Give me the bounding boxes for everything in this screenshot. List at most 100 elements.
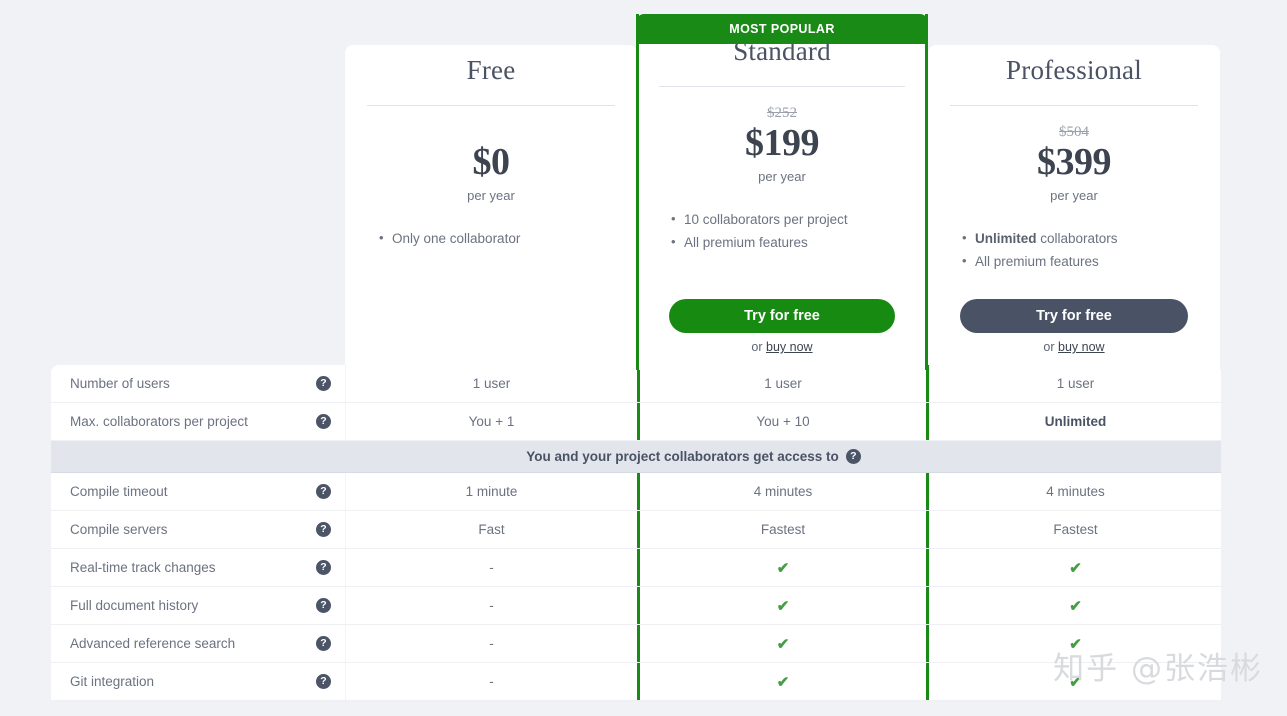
check-icon: ✔: [776, 673, 790, 691]
feature-list-free: Only one collaborator: [363, 226, 619, 250]
table-cell-value: ✔: [637, 663, 929, 700]
section-header-text: You and your project collaborators get a…: [526, 449, 839, 464]
feature-comparison-table: Number of users? 1 user 1 user 1 user Max. c…: [51, 365, 1221, 701]
table-cell-value: -: [345, 549, 637, 586]
feature-label: Max. collaborators per project: [70, 414, 248, 429]
table-cell-value: Unlimited: [929, 403, 1221, 440]
feature-label: Compile timeout: [70, 484, 168, 499]
table-cell-value: ✔: [929, 549, 1221, 586]
table-cell-value: You + 1: [345, 403, 637, 440]
price-period-free: per year: [467, 188, 515, 203]
list-item: Only one collaborator: [379, 226, 619, 250]
buy-now-link-standard[interactable]: buy now: [766, 340, 813, 354]
feature-label: Git integration: [70, 674, 155, 689]
question-mark-icon[interactable]: ?: [316, 636, 331, 651]
section-header-label: You and your project collaborators get a…: [411, 449, 861, 464]
cta-area-standard: Try for free or buy now: [669, 299, 895, 354]
check-icon: ✔: [1069, 559, 1082, 577]
pricing-cards: Free $0 per year Only one collaborator M…: [0, 0, 1287, 370]
table-cell-value: Fastest: [637, 511, 929, 548]
check-icon: ✔: [1069, 597, 1082, 615]
question-mark-icon[interactable]: ?: [845, 449, 861, 464]
table-cell-value: -: [345, 663, 637, 700]
question-mark-icon[interactable]: ?: [316, 560, 331, 575]
table-cell-value: ✔: [637, 587, 929, 624]
table-cell-value: ✔: [637, 625, 929, 662]
question-mark-icon[interactable]: ?: [316, 598, 331, 613]
price-standard: $199: [745, 122, 820, 164]
feature-list-standard: 10 collaborators per project All premium…: [655, 207, 909, 254]
table-cell-feature: Advanced reference search?: [51, 625, 345, 662]
table-cell-feature: Real-time track changes?: [51, 549, 345, 586]
buy-now-line-standard: or buy now: [669, 340, 895, 354]
most-popular-badge: MOST POPULAR: [636, 14, 928, 44]
table-row: Advanced reference search? - ✔ ✔: [51, 625, 1221, 663]
table-cell-value: 1 user: [637, 365, 929, 402]
plan-name-professional: Professional: [1006, 55, 1142, 85]
table-row: Max. collaborators per project? You + 1 Yo…: [51, 403, 1221, 441]
table-cell-value: ✔: [929, 625, 1221, 662]
price-block-free: $0 per year: [363, 106, 619, 203]
feature-label: Advanced reference search: [70, 636, 236, 651]
buy-now-line-professional: or buy now: [960, 340, 1188, 354]
feature-label: Compile servers: [70, 522, 168, 537]
table-cell-feature: Compile timeout?: [51, 473, 345, 510]
table-row: Compile timeout? 1 minute 4 minutes 4 minut…: [51, 473, 1221, 511]
question-mark-icon[interactable]: ?: [316, 414, 331, 429]
price-professional: $399: [1037, 141, 1112, 183]
question-mark-icon[interactable]: ?: [316, 674, 331, 689]
feature-label: Number of users: [70, 376, 170, 391]
table-cell-value: ✔: [637, 549, 929, 586]
table-cell-value: 4 minutes: [929, 473, 1221, 510]
feature-list-professional: Unlimited collaborators All premium feat…: [946, 226, 1202, 273]
price-block-professional: $504 $399 per year: [946, 106, 1202, 203]
check-icon: ✔: [1069, 635, 1082, 653]
or-text: or: [1043, 340, 1059, 354]
try-for-free-button-professional[interactable]: Try for free: [960, 299, 1188, 333]
check-icon: ✔: [776, 559, 790, 577]
try-for-free-button-standard[interactable]: Try for free: [669, 299, 895, 333]
check-icon: ✔: [1069, 673, 1082, 691]
question-mark-icon[interactable]: ?: [316, 376, 331, 391]
table-cell-value: -: [345, 587, 637, 624]
check-icon: ✔: [776, 597, 790, 615]
feature-label: Real-time track changes: [70, 560, 216, 575]
table-cell-feature: Max. collaborators per project?: [51, 403, 345, 440]
table-cell-value: 1 user: [929, 365, 1221, 402]
table-cell-value: ✔: [929, 663, 1221, 700]
question-mark-icon[interactable]: ?: [316, 484, 331, 499]
plan-card-professional: Professional $504 $399 per year Unlimite…: [928, 45, 1220, 370]
table-cell-value: ✔: [929, 587, 1221, 624]
table-row: Compile servers? Fast Fastest Fastest: [51, 511, 1221, 549]
old-price-standard: $252: [767, 105, 797, 121]
list-item: All premium features: [671, 230, 909, 254]
check-icon: ✔: [776, 635, 790, 653]
list-item: All premium features: [962, 249, 1202, 273]
list-item: 10 collaborators per project: [671, 207, 909, 231]
question-mark-icon[interactable]: ?: [316, 522, 331, 537]
table-cell-feature: Compile servers?: [51, 511, 345, 548]
or-text: or: [751, 340, 767, 354]
table-row: Git integration? - ✔ ✔: [51, 663, 1221, 701]
table-row: Real-time track changes? - ✔ ✔: [51, 549, 1221, 587]
list-item: Unlimited collaborators: [962, 226, 1202, 250]
buy-now-link-professional[interactable]: buy now: [1058, 340, 1105, 354]
table-cell-value: 4 minutes: [637, 473, 929, 510]
table-cell-value: You + 10: [637, 403, 929, 440]
table-row: Number of users? 1 user 1 user 1 user: [51, 365, 1221, 403]
cta-area-professional: Try for free or buy now: [960, 299, 1188, 354]
table-cell-value: 1 user: [345, 365, 637, 402]
table-cell-feature: Number of users?: [51, 365, 345, 402]
table-cell-value: Fast: [345, 511, 637, 548]
table-cell-feature: Git integration?: [51, 663, 345, 700]
table-section-header: You and your project collaborators get a…: [51, 441, 1221, 473]
table-cell-value: Fastest: [929, 511, 1221, 548]
price-block-standard: $252 $199 per year: [655, 87, 909, 184]
table-cell-emphasis: Unlimited: [1044, 414, 1107, 429]
price-free: $0: [472, 141, 511, 183]
table-cell-value: 1 minute: [345, 473, 637, 510]
feature-label: Full document history: [70, 598, 199, 613]
plan-card-free: Free $0 per year Only one collaborator: [345, 45, 637, 370]
table-row: Full document history? - ✔ ✔: [51, 587, 1221, 625]
unlimited-emphasis: Unlimited: [975, 231, 1037, 246]
